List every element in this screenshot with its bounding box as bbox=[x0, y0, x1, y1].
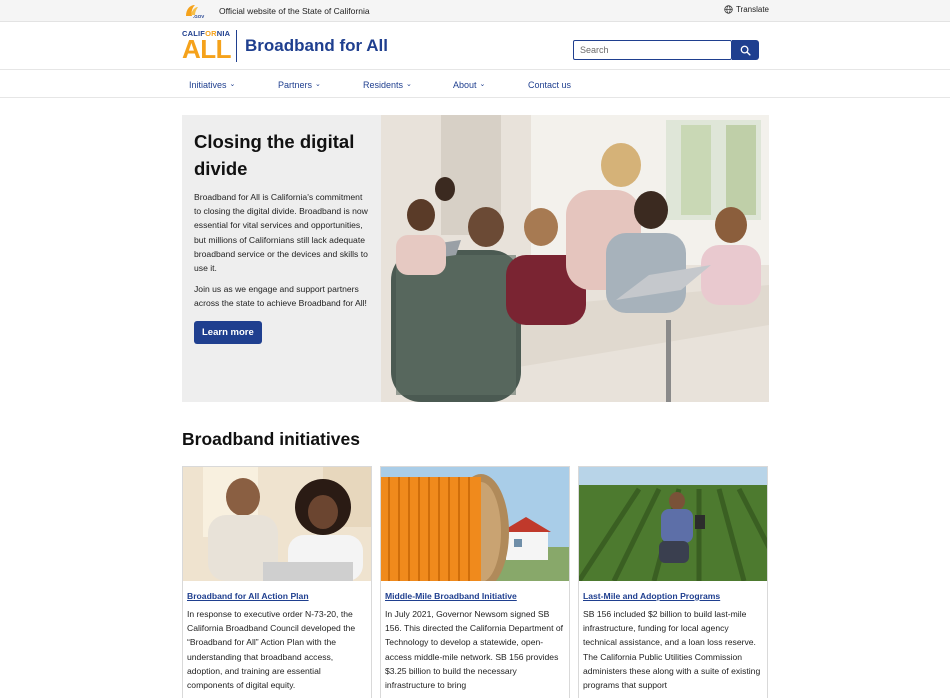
ca-gov-logo-icon[interactable]: .GOV bbox=[183, 3, 205, 19]
hero-paragraph-join: Join us as we engage and support partner… bbox=[194, 284, 367, 309]
card-text-action-plan: In response to executive order N-73-20, … bbox=[187, 609, 356, 691]
card-link-last-mile[interactable]: Last-Mile and Adoption Programs bbox=[583, 591, 763, 601]
utility-bar: .GOV Official website of the State of Ca… bbox=[0, 0, 950, 22]
globe-icon bbox=[724, 5, 733, 14]
site-title: Broadband for All bbox=[245, 36, 388, 55]
logo-divider bbox=[236, 30, 237, 62]
initiative-card-last-mile: Last-Mile and Adoption Programs SB 156 i… bbox=[578, 466, 768, 698]
nav-item-residents[interactable]: Residents ⌄ bbox=[363, 80, 412, 90]
ca-gov-logo-text: .GOV bbox=[193, 14, 204, 19]
card-image-family-laptop bbox=[183, 467, 371, 581]
card-link-action-plan[interactable]: Broadband for All Action Plan bbox=[187, 591, 367, 601]
nav-label-initiatives: Initiatives bbox=[189, 80, 227, 90]
learn-more-button[interactable]: Learn more bbox=[194, 320, 262, 344]
chevron-down-icon: ⌄ bbox=[406, 81, 412, 88]
chevron-down-icon: ⌄ bbox=[479, 81, 486, 88]
nav-item-about[interactable]: About ⌄ bbox=[453, 80, 485, 90]
nav-label-residents: Residents bbox=[363, 80, 404, 90]
nav-label-about: About bbox=[453, 80, 477, 90]
initiatives-section-title: Broadband initiatives bbox=[182, 429, 360, 449]
nav-item-partners[interactable]: Partners ⌄ bbox=[278, 80, 321, 90]
initiative-card-middle-mile: Middle-Mile Broadband Initiative In July… bbox=[380, 466, 570, 698]
translate-button[interactable]: Translate bbox=[724, 5, 769, 14]
card-text-last-mile: SB 156 included $2 billion to build last… bbox=[583, 609, 761, 691]
official-website-text: Official website of the State of Califor… bbox=[219, 6, 370, 16]
nav-item-contact-us[interactable]: Contact us bbox=[528, 80, 571, 90]
site-header: CALIFORNIA ALL Broadband for All bbox=[0, 22, 950, 70]
translate-label: Translate bbox=[735, 5, 769, 14]
chevron-down-icon: ⌄ bbox=[315, 81, 321, 88]
card-image-farmer-field bbox=[579, 467, 767, 581]
hero-text-panel: Closing the digital divide Broadband for… bbox=[182, 115, 381, 402]
california-all-logo: CALIFORNIA ALL bbox=[182, 29, 232, 64]
nav-label-contact-us: Contact us bbox=[528, 80, 572, 90]
card-text-middle-mile: In July 2021, Governor Newsom signed SB … bbox=[385, 609, 564, 691]
logo-all-word: ALL bbox=[182, 34, 232, 64]
site-logo-link[interactable]: CALIFORNIA ALL Broadband for All bbox=[182, 29, 388, 63]
search-icon bbox=[740, 45, 751, 56]
hero-paragraph-intro: Broadband for All is California's commit… bbox=[194, 192, 368, 274]
initiative-card-action-plan: Broadband for All Action Plan In respons… bbox=[182, 466, 372, 698]
card-image-fiber-spool bbox=[381, 467, 569, 581]
nav-label-partners: Partners bbox=[278, 80, 313, 90]
main-navigation: Initiatives ⌄ Partners ⌄ Residents ⌄ About ⌄… bbox=[0, 71, 950, 98]
hero-classroom-image bbox=[381, 115, 769, 402]
nav-item-initiatives[interactable]: Initiatives ⌄ bbox=[189, 80, 235, 90]
hero-title: Closing the digital divide bbox=[194, 131, 355, 179]
chevron-down-icon: ⌄ bbox=[229, 81, 236, 88]
card-link-middle-mile[interactable]: Middle-Mile Broadband Initiative bbox=[385, 591, 565, 601]
search-button[interactable] bbox=[732, 40, 759, 60]
search-input[interactable] bbox=[573, 40, 732, 60]
